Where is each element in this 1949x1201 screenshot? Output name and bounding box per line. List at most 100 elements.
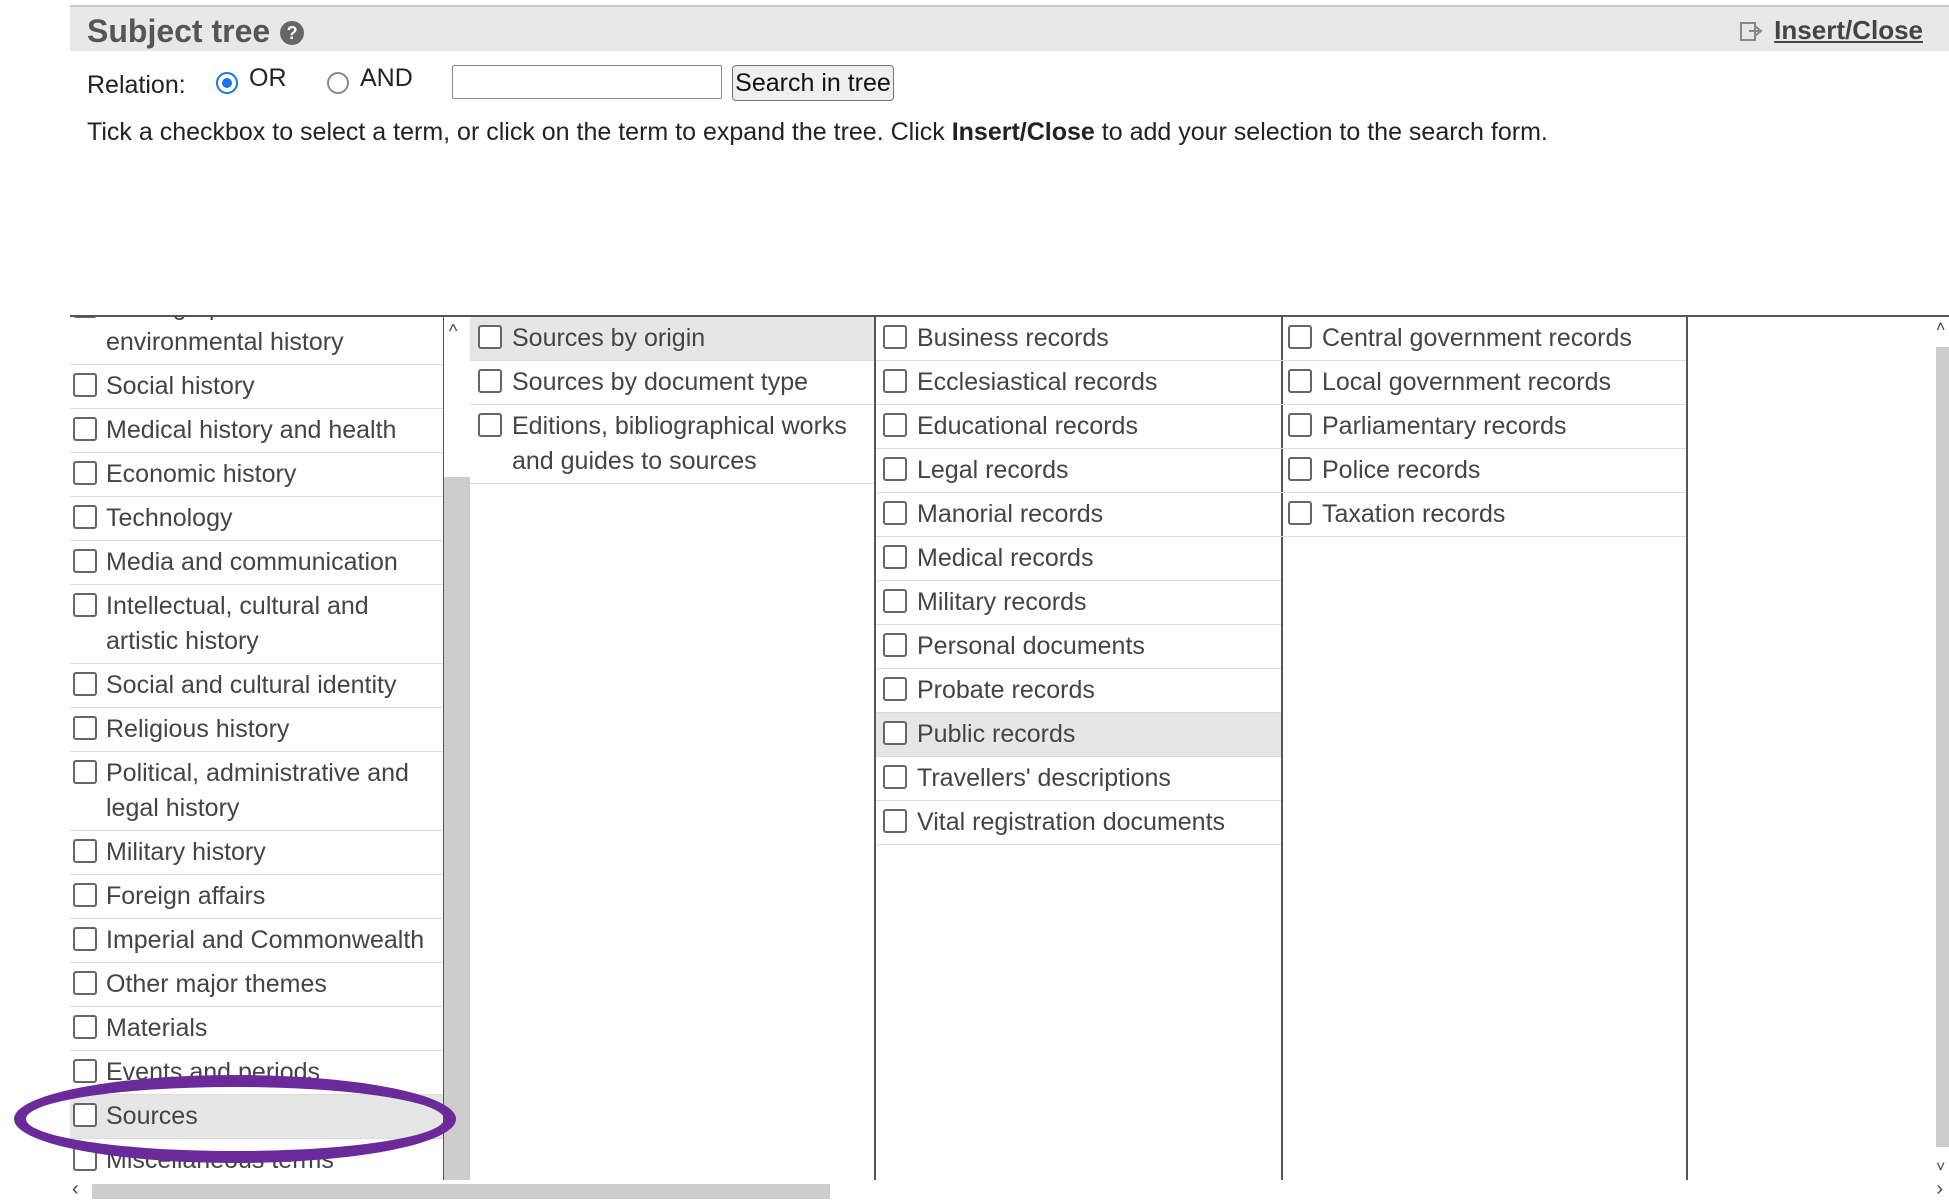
tree-item-checkbox[interactable] bbox=[73, 1015, 97, 1039]
scroll-left-icon[interactable]: ‹ bbox=[72, 1178, 79, 1201]
tree-item-checkbox[interactable] bbox=[883, 369, 907, 393]
tree-item-label[interactable]: Taxation records bbox=[1322, 500, 1505, 528]
tree-item-checkbox[interactable] bbox=[73, 505, 97, 529]
tree-item[interactable]: Other major themes bbox=[70, 963, 443, 1007]
scroll-down-icon[interactable]: ˅ bbox=[1936, 1159, 1945, 1177]
tree-item[interactable]: Foreign affairs bbox=[70, 875, 443, 919]
tree-item-checkbox[interactable] bbox=[883, 413, 907, 437]
tree-item-checkbox[interactable] bbox=[73, 760, 97, 784]
tree-item[interactable]: Miscellaneous terms bbox=[70, 1139, 443, 1180]
tree-item-checkbox[interactable] bbox=[883, 501, 907, 525]
tree-item-checkbox[interactable] bbox=[1288, 457, 1312, 481]
tree-item-checkbox[interactable] bbox=[73, 971, 97, 995]
tree-item-checkbox[interactable] bbox=[883, 765, 907, 789]
tree-item-checkbox[interactable] bbox=[73, 417, 97, 441]
tree-item-label[interactable]: Military history bbox=[106, 838, 266, 866]
tree-item-checkbox[interactable] bbox=[478, 413, 502, 437]
tree-item[interactable]: Probate records bbox=[876, 669, 1281, 713]
tree-item[interactable]: Military history bbox=[70, 831, 443, 875]
tree-item[interactable]: Economic history bbox=[70, 453, 443, 497]
help-icon[interactable]: ? bbox=[280, 21, 305, 45]
tree-item[interactable]: Police records bbox=[1281, 449, 1686, 493]
tree-item-label[interactable]: Religious history bbox=[106, 715, 289, 743]
tree-item-label[interactable]: Local government records bbox=[1322, 368, 1611, 396]
tree-item[interactable]: Sources by document type bbox=[470, 361, 874, 405]
tree-item-label[interactable]: Imperial and Commonwealth bbox=[106, 926, 424, 954]
tree-item[interactable]: Materials bbox=[70, 1007, 443, 1051]
tree-item-checkbox[interactable] bbox=[1288, 501, 1312, 525]
tree-item[interactable]: Medical records bbox=[876, 537, 1281, 581]
tree-item-label[interactable]: Social and cultural identity bbox=[106, 671, 396, 699]
tree-item-label[interactable]: Travellers' descriptions bbox=[917, 764, 1171, 792]
tree-item-checkbox[interactable] bbox=[73, 373, 97, 397]
tree-item-checkbox[interactable] bbox=[883, 721, 907, 745]
tree-item[interactable]: Demographic and environmental history bbox=[70, 317, 443, 365]
tree-item[interactable]: Central government records bbox=[1281, 317, 1686, 361]
tree-item[interactable]: Business records bbox=[876, 317, 1281, 361]
tree-item-checkbox[interactable] bbox=[883, 589, 907, 613]
tree-item-checkbox[interactable] bbox=[73, 672, 97, 696]
tree-item-label[interactable]: Social history bbox=[106, 372, 255, 400]
tree-item[interactable]: Military records bbox=[876, 581, 1281, 625]
vertical-scrollbar[interactable]: ˄ ˅ bbox=[1936, 317, 1949, 1180]
tree-item-label[interactable]: Materials bbox=[106, 1014, 207, 1042]
vertical-scrollbar-track[interactable] bbox=[1936, 347, 1949, 1147]
tree-item[interactable]: Travellers' descriptions bbox=[876, 757, 1281, 801]
tree-item-label[interactable]: Events and periods bbox=[106, 1058, 320, 1086]
tree-item[interactable]: Imperial and Commonwealth bbox=[70, 919, 443, 963]
tree-item[interactable]: Sources by origin bbox=[470, 317, 874, 361]
tree-item-checkbox[interactable] bbox=[478, 325, 502, 349]
tree-item[interactable]: Social and cultural identity bbox=[70, 664, 443, 708]
tree-item-checkbox[interactable] bbox=[73, 1147, 97, 1171]
radio-or-label[interactable]: OR bbox=[249, 64, 287, 93]
tree-item-checkbox[interactable] bbox=[73, 461, 97, 485]
tree-item-checkbox[interactable] bbox=[73, 927, 97, 951]
tree-item[interactable]: Religious history bbox=[70, 708, 443, 752]
tree-item-label[interactable]: Miscellaneous terms bbox=[106, 1146, 334, 1174]
tree-item-label[interactable]: Political, administrative and legal hist… bbox=[106, 759, 409, 822]
tree-item-checkbox[interactable] bbox=[883, 325, 907, 349]
tree-item[interactable]: Educational records bbox=[876, 405, 1281, 449]
tree-item[interactable]: Taxation records bbox=[1281, 493, 1686, 537]
tree-item-label[interactable]: Economic history bbox=[106, 460, 296, 488]
radio-and-label[interactable]: AND bbox=[360, 64, 413, 93]
tree-item[interactable]: Local government records bbox=[1281, 361, 1686, 405]
insert-close-link[interactable]: Insert/Close bbox=[1740, 15, 1923, 46]
tree-item[interactable]: Medical history and health bbox=[70, 409, 443, 453]
tree-item-label[interactable]: Public records bbox=[917, 720, 1075, 748]
tree-item[interactable]: Political, administrative and legal hist… bbox=[70, 752, 443, 831]
tree-item-checkbox[interactable] bbox=[1288, 325, 1312, 349]
tree-item[interactable]: Personal documents bbox=[876, 625, 1281, 669]
tree-item[interactable]: Editions, bibliographical works and guid… bbox=[470, 405, 874, 484]
tree-item-label[interactable]: Parliamentary records bbox=[1322, 412, 1567, 440]
tree-item-label[interactable]: Vital registration documents bbox=[917, 808, 1225, 836]
tree-item-label[interactable]: Medical history and health bbox=[106, 416, 396, 444]
tree-item-label[interactable]: Intellectual, cultural and artistic hist… bbox=[106, 592, 369, 655]
tree-item-checkbox[interactable] bbox=[1288, 369, 1312, 393]
tree-item-label[interactable]: Foreign affairs bbox=[106, 882, 265, 910]
tree-item-label[interactable]: Personal documents bbox=[917, 632, 1145, 660]
tree-item-label[interactable]: Legal records bbox=[917, 456, 1068, 484]
scroll-up-icon[interactable]: ^ bbox=[449, 321, 457, 342]
tree-item-label[interactable]: Central government records bbox=[1322, 324, 1632, 352]
tree-item-checkbox[interactable] bbox=[73, 317, 97, 318]
tree-item-checkbox[interactable] bbox=[478, 369, 502, 393]
tree-item[interactable]: Public records bbox=[876, 713, 1281, 757]
tree-item-checkbox[interactable] bbox=[73, 716, 97, 740]
tree-item[interactable]: Media and communication bbox=[70, 541, 443, 585]
tree-item-checkbox[interactable] bbox=[883, 677, 907, 701]
tree-item-checkbox[interactable] bbox=[883, 545, 907, 569]
tree-search-input[interactable] bbox=[452, 65, 722, 99]
horizontal-scrollbar[interactable]: ‹ › bbox=[70, 1178, 1949, 1200]
tree-item-label[interactable]: Medical records bbox=[917, 544, 1093, 572]
radio-and[interactable] bbox=[327, 72, 349, 94]
horizontal-scrollbar-thumb[interactable] bbox=[92, 1184, 830, 1199]
tree-item-label[interactable]: Editions, bibliographical works and guid… bbox=[512, 412, 847, 475]
tree-item[interactable]: Social history bbox=[70, 365, 443, 409]
scrollbar-track[interactable] bbox=[444, 477, 470, 1180]
tree-item[interactable]: Vital registration documents bbox=[876, 801, 1281, 845]
tree-item-label[interactable]: Sources bbox=[106, 1102, 198, 1130]
search-in-tree-button[interactable]: Search in tree bbox=[732, 65, 894, 101]
tree-item-checkbox[interactable] bbox=[73, 549, 97, 573]
tree-item-label[interactable]: Business records bbox=[917, 324, 1109, 352]
